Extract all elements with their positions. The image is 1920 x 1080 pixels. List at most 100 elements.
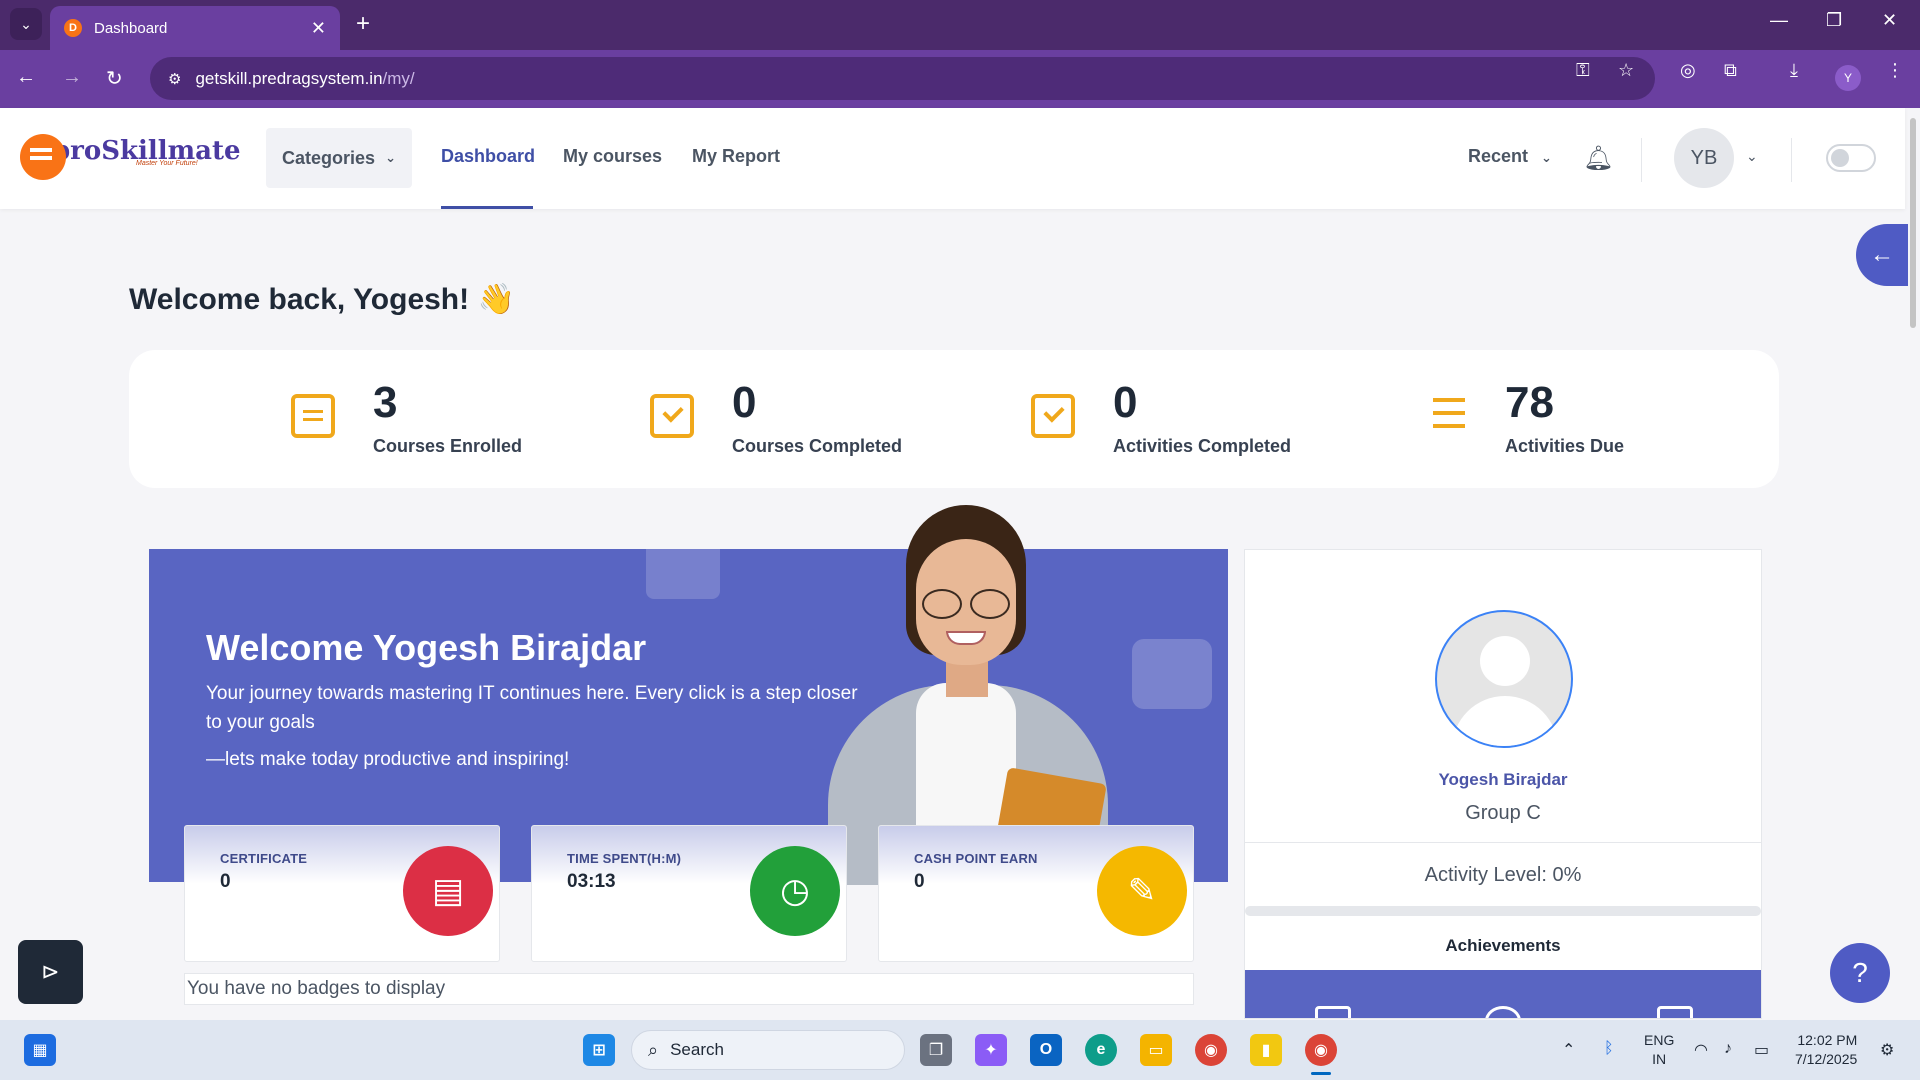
bookmark-star-icon[interactable]: ☆: [1618, 60, 1634, 81]
stat-value: 0: [732, 378, 757, 427]
open-drawer-arrow-icon[interactable]: ←: [1856, 224, 1908, 286]
stat-label: Activities Due: [1505, 436, 1625, 456]
logo-tagline: Master Your Future!: [136, 160, 198, 167]
metric-card-cash-point[interactable]: CASH POINT EARN 0 ✎: [878, 825, 1194, 962]
header-divider: [1641, 138, 1642, 182]
achievements-heading: Achievements: [1445, 936, 1561, 955]
site-logo[interactable]: proSkillmate: [20, 134, 241, 180]
extensions-puzzle-icon[interactable]: ⧉: [1724, 60, 1737, 81]
categories-dropdown[interactable]: Categories ⌄: [266, 128, 412, 188]
achievement-monitor-icon: [1657, 1006, 1693, 1018]
activity-level-bar: [1245, 906, 1761, 916]
chevron-down-icon: ⌄: [385, 150, 396, 165]
task-view-icon[interactable]: ❐: [920, 1034, 952, 1066]
password-key-icon[interactable]: ⚿: [1576, 60, 1590, 81]
banner-title: Welcome Yogesh Birajdar: [206, 627, 647, 668]
achievements-band: [1245, 970, 1761, 1018]
copilot-icon[interactable]: ✦: [975, 1034, 1007, 1066]
help-question-icon[interactable]: ?: [1830, 943, 1890, 1003]
metric-card-certificate[interactable]: CERTIFICATE 0 ▤: [184, 825, 500, 962]
lang-region: IN: [1652, 1051, 1667, 1067]
profile-card: Yogesh Birajdar Group C Activity Level: …: [1244, 549, 1762, 1019]
welcome-heading: Welcome back, Yogesh! 👋: [129, 283, 515, 316]
window-close-icon[interactable]: ✕: [1882, 10, 1897, 31]
nav-my-courses[interactable]: My courses: [563, 146, 662, 167]
forward-arrow-icon[interactable]: →: [62, 66, 82, 89]
stat-label: Courses Enrolled: [373, 436, 523, 456]
tab-search-button[interactable]: ⌄: [10, 8, 42, 40]
browser-tab-dashboard[interactable]: D Dashboard ✕: [50, 6, 340, 50]
file-explorer-icon[interactable]: ▭: [1140, 1034, 1172, 1066]
user-menu-chevron-icon[interactable]: ⌄: [1746, 148, 1758, 165]
user-avatar[interactable]: YB: [1674, 128, 1734, 188]
power-bi-icon[interactable]: ▮: [1250, 1034, 1282, 1066]
nav-my-report[interactable]: My Report: [692, 146, 780, 167]
site-info-icon[interactable]: ⚙: [168, 70, 181, 88]
browser-menu-icon[interactable]: ⋮: [1886, 60, 1904, 81]
profile-name[interactable]: Yogesh Birajdar: [1245, 770, 1761, 790]
search-icon: ⌕: [648, 1039, 659, 1060]
scrollbar-thumb[interactable]: [1910, 118, 1916, 328]
profile-avatar[interactable]: [1435, 610, 1573, 748]
url-host: getskill.predragsystem.in: [195, 68, 383, 88]
recent-dropdown[interactable]: Recent ⌄: [1468, 146, 1552, 167]
dark-mode-toggle[interactable]: [1826, 144, 1876, 172]
widgets-icon[interactable]: ▦: [24, 1034, 56, 1066]
stat-courses-enrolled[interactable]: 3 Courses Enrolled: [291, 380, 522, 457]
outlook-icon[interactable]: O: [1030, 1034, 1062, 1066]
browser-profile-avatar[interactable]: Y: [1835, 65, 1861, 91]
clipboard-list-icon: [291, 394, 335, 438]
close-icon[interactable]: ✕: [311, 18, 326, 39]
metric-label: CASH POINT EARN: [914, 851, 1038, 866]
metric-label: TIME SPENT(H:M): [567, 851, 682, 866]
input-language[interactable]: ENG IN: [1644, 1031, 1674, 1069]
windows-start-icon[interactable]: ⊞: [583, 1034, 615, 1066]
metric-label: CERTIFICATE: [220, 851, 308, 866]
notification-bell-icon[interactable]: 🔔︎: [1583, 144, 1613, 173]
chrome-icon[interactable]: ◉: [1195, 1034, 1227, 1066]
nav-dashboard[interactable]: Dashboard: [441, 146, 535, 167]
stat-activities-due[interactable]: 78 Activities Due: [1419, 380, 1624, 457]
chrome-profile-icon[interactable]: ◉: [1305, 1034, 1337, 1066]
achievement-trophy-icon: [1485, 1006, 1521, 1018]
checkbox-icon: [1031, 394, 1075, 438]
address-bar[interactable]: ⚙ getskill.predragsystem.in/my/: [150, 57, 1655, 100]
page-scrollbar[interactable]: [1908, 110, 1918, 1020]
browser-tab-strip: ⌄ D Dashboard ✕ + — ❐ ✕: [0, 0, 1920, 50]
notifications-icon[interactable]: ⚙: [1880, 1040, 1894, 1060]
stat-courses-completed[interactable]: 0 Courses Completed: [650, 380, 902, 457]
extension-colorful-icon[interactable]: ◎: [1680, 60, 1696, 81]
metric-value: 0: [914, 871, 925, 892]
sidebar-expand-icon[interactable]: ⊳: [18, 940, 83, 1004]
stat-label: Courses Completed: [732, 436, 903, 456]
open-book-icon: [646, 549, 720, 599]
battery-icon[interactable]: ▭: [1754, 1040, 1769, 1060]
restore-icon[interactable]: ❐: [1826, 10, 1842, 31]
recent-label: Recent: [1468, 146, 1529, 166]
calendar-icon: [1132, 639, 1212, 709]
achievement-doc-icon: [1315, 1006, 1351, 1018]
taskbar-search[interactable]: ⌕ Search: [631, 1030, 905, 1070]
wifi-icon[interactable]: ◠: [1694, 1040, 1708, 1060]
windows-taskbar: ▦ ⊞ ⌕ Search ❐ ✦ O e ▭ ◉ ▮ ◉ ⌃ ᛒ ENG IN …: [0, 1020, 1920, 1080]
url-path: /my/: [382, 68, 415, 88]
edge-icon[interactable]: e: [1085, 1034, 1117, 1066]
bluetooth-icon[interactable]: ᛒ: [1604, 1040, 1614, 1058]
new-tab-plus-icon[interactable]: +: [356, 10, 370, 38]
reload-icon[interactable]: ↻: [106, 66, 123, 91]
clock-time: 12:02 PM: [1797, 1032, 1858, 1048]
tab-title: Dashboard: [94, 19, 168, 37]
download-icon[interactable]: ⤓: [1790, 60, 1798, 81]
profile-group: Group C: [1465, 802, 1541, 824]
minimize-icon[interactable]: —: [1770, 10, 1788, 31]
tray-overflow-chevron-icon[interactable]: ⌃: [1562, 1040, 1575, 1060]
active-app-indicator: [1311, 1072, 1331, 1075]
metric-card-time-spent[interactable]: TIME SPENT(H:M) 03:13 ◷: [531, 825, 847, 962]
stat-activities-completed[interactable]: 0 Activities Completed: [1031, 380, 1291, 457]
browser-toolbar: ← → ↻ ⚙ getskill.predragsystem.in/my/ ⚿ …: [0, 50, 1920, 108]
volume-icon[interactable]: ♪: [1724, 1040, 1732, 1058]
back-arrow-icon[interactable]: ←: [16, 66, 36, 89]
edit-doc-icon: ✎: [1097, 846, 1187, 936]
system-clock[interactable]: 12:02 PM 7/12/2025: [1795, 1031, 1857, 1069]
certificate-icon: ▤: [403, 846, 493, 936]
